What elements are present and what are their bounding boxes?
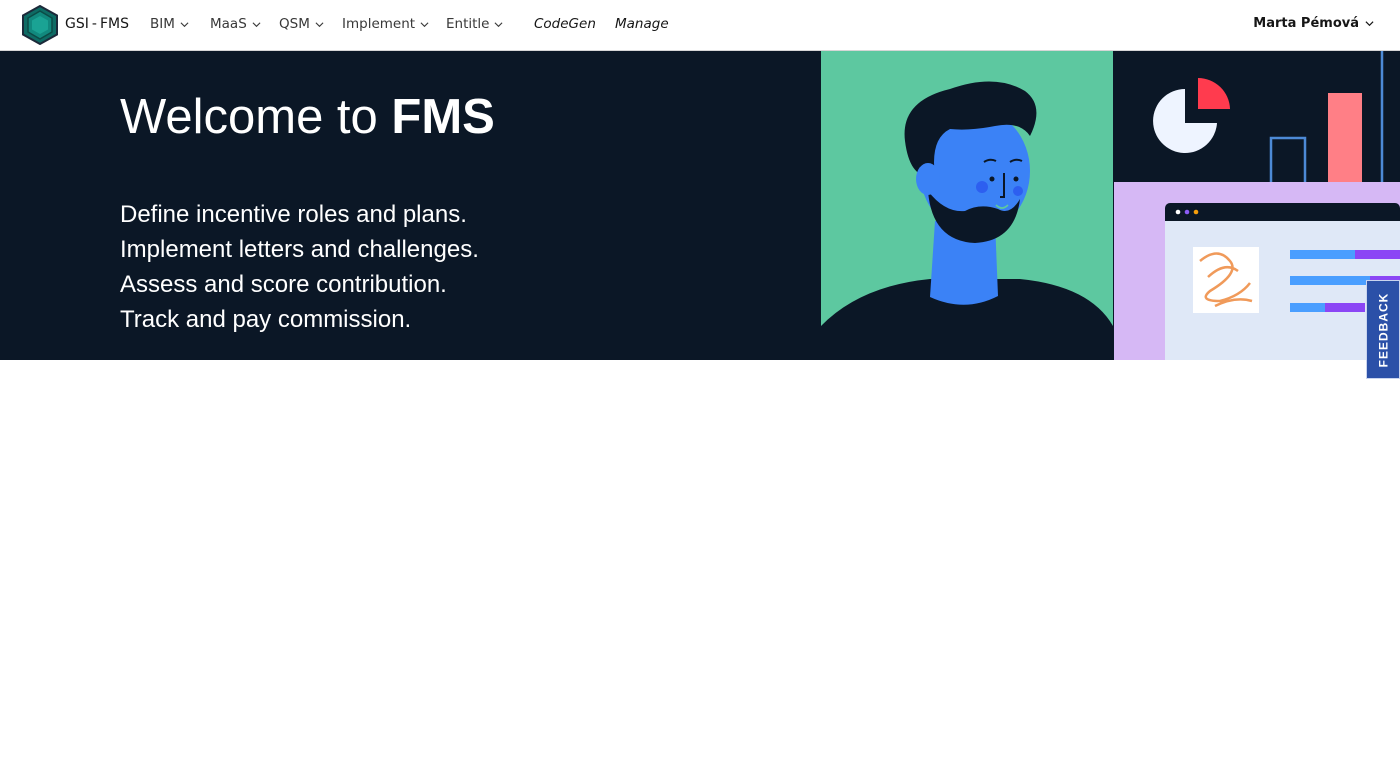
hero-feature-line: Define incentive roles and plans.: [120, 201, 467, 228]
user-name: Marta Pémová: [1253, 16, 1359, 31]
brand-app-name: GSI: [65, 16, 89, 32]
chevron-down-icon: [180, 21, 189, 27]
chevron-down-icon: [420, 21, 429, 27]
hero-title: Welcome to FMS: [120, 89, 495, 145]
window-illustration: [1114, 182, 1400, 360]
nav-menu-qsm[interactable]: QSM: [279, 16, 324, 32]
nav-menu-bim[interactable]: BIM: [150, 16, 189, 32]
hero-title-prefix: Welcome to: [120, 90, 392, 144]
chart-illustration: [1153, 51, 1384, 186]
app-brand[interactable]: GSI - FMS: [65, 16, 129, 32]
nav-menu-label: MaaS: [210, 16, 247, 32]
top-navigation-bar: GSI - FMS BIM MaaS QSM Implement Entitle C…: [0, 0, 1400, 51]
nav-menu-label: Implement: [342, 16, 416, 32]
hero-feature-line: Assess and score contribution.: [120, 271, 447, 298]
nav-menu-label: Entitle: [446, 16, 490, 32]
feedback-label: FEEDBACK: [1376, 292, 1391, 367]
user-menu[interactable]: Marta Pémová: [1253, 16, 1374, 31]
chevron-down-icon: [252, 21, 261, 27]
nav-link-label: Manage: [615, 16, 669, 32]
brand-module-name: FMS: [99, 16, 129, 32]
hero-feature-list: Define incentive roles and plans. Implem…: [120, 197, 479, 337]
chevron-down-icon: [495, 21, 503, 27]
hero-title-product: FMS: [391, 90, 495, 144]
nav-menu-maas[interactable]: MaaS: [210, 16, 261, 32]
person-illustration: [821, 51, 1113, 360]
nav-menu-label: BIM: [150, 16, 175, 32]
hero-feature-line: Track and pay commission.: [120, 306, 412, 333]
nav-link-codegen[interactable]: CodeGen: [534, 16, 596, 32]
hero-feature-line: Implement letters and challenges.: [120, 236, 479, 263]
hero-illustration: [821, 51, 1400, 360]
hexagon-logo-icon[interactable]: [21, 5, 59, 45]
feedback-tab-button[interactable]: FEEDBACK: [1366, 280, 1400, 379]
chevron-down-icon: [1365, 21, 1374, 27]
nav-link-label: CodeGen: [534, 16, 596, 32]
nav-link-manage[interactable]: Manage: [615, 16, 669, 32]
chevron-down-icon: [315, 21, 324, 27]
nav-menu-label: QSM: [279, 16, 310, 32]
nav-menu-implement[interactable]: Implement: [342, 16, 429, 32]
nav-menu-entitle[interactable]: Entitle: [446, 16, 503, 32]
welcome-hero-banner: Welcome to FMS Define incentive roles an…: [0, 51, 1400, 360]
brand-separator: -: [91, 16, 97, 32]
